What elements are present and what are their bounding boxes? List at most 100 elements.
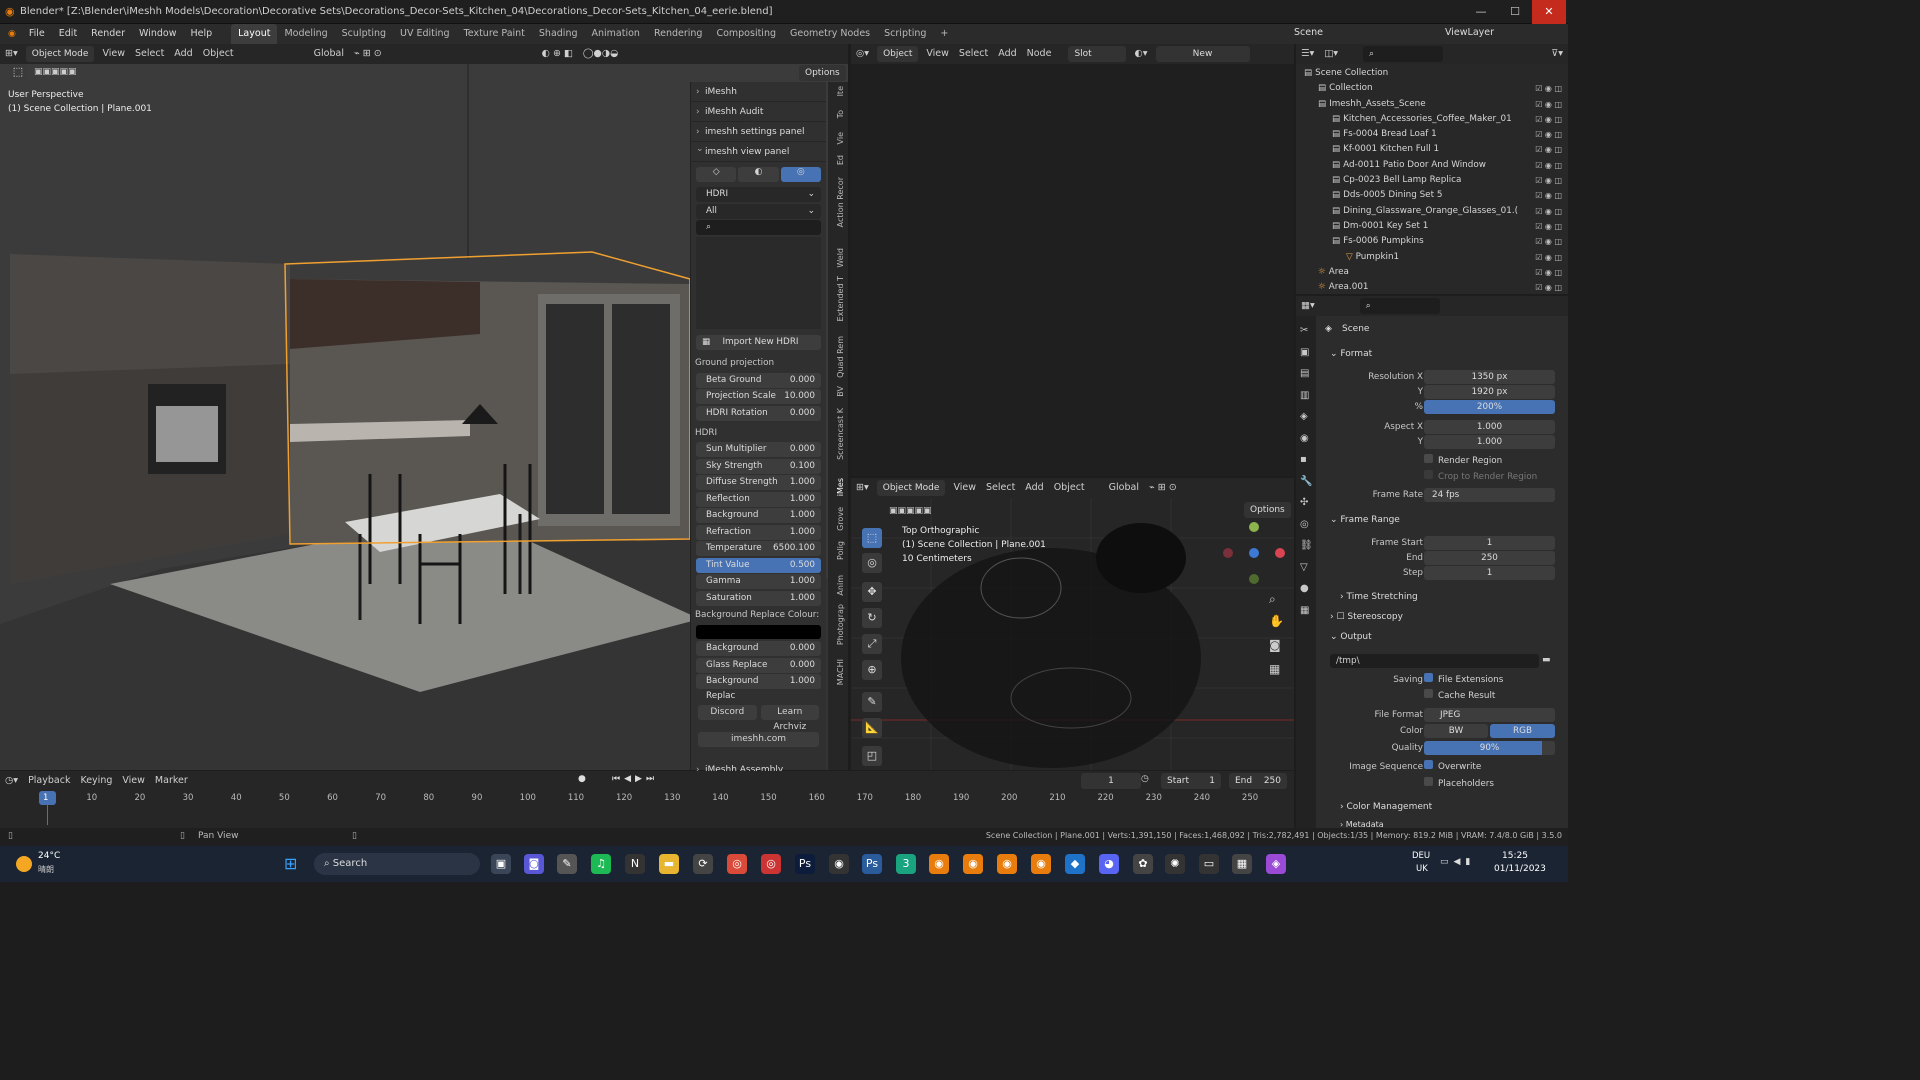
shader-type-selector[interactable]: Object xyxy=(877,46,919,62)
gem-icon[interactable]: ◇ xyxy=(696,167,737,182)
gizmo-icon[interactable]: ◐ ⊕ ◧ xyxy=(537,44,578,64)
sidebar-tab[interactable]: Action Recor xyxy=(836,177,845,227)
filter-icon[interactable]: ⊽▾ xyxy=(1546,44,1568,64)
frame-start-field[interactable]: 1 xyxy=(1424,536,1555,550)
tab-geometry-nodes[interactable]: Geometry Nodes xyxy=(783,24,877,44)
spotify-icon[interactable]: ♫ xyxy=(591,854,611,874)
tab-layout[interactable]: Layout xyxy=(231,24,278,44)
select-tool-icon[interactable]: ⬚ xyxy=(10,64,26,80)
hdri-select[interactable]: HDRI ⌄ xyxy=(696,187,821,202)
view-layer-selector[interactable]: ViewLayer xyxy=(1445,27,1494,38)
maximize-button[interactable]: ☐ xyxy=(1498,0,1532,24)
editor-type-icon[interactable]: ⊞▾ xyxy=(0,44,23,64)
clock-date[interactable]: 01/11/2023 xyxy=(1494,864,1546,874)
quality-slider[interactable]: 90% xyxy=(1424,741,1555,755)
clock-time[interactable]: 15:25 xyxy=(1502,851,1528,861)
tab-animation[interactable]: Animation xyxy=(585,24,647,44)
chrome2-icon[interactable]: ◎ xyxy=(761,854,781,874)
prop-field[interactable]: Background Replac 0.000 xyxy=(696,641,821,668)
overwrite-toggle[interactable]: Overwrite xyxy=(1424,760,1481,774)
node-menu-select[interactable]: Select xyxy=(954,44,993,64)
photoshop2-icon[interactable]: Ps xyxy=(862,854,882,874)
properties-type-icon[interactable]: ▦▾ xyxy=(1296,296,1320,316)
close-button[interactable]: ✕ xyxy=(1532,0,1566,24)
visibility-icons[interactable]: ☑ ◉ ◫ xyxy=(1535,158,1562,173)
outliner-item[interactable]: ▤ Imeshh_Assets_Scene ☑ ◉ ◫ xyxy=(1296,97,1568,112)
blender3-icon[interactable]: ◉ xyxy=(997,854,1017,874)
visibility-icons[interactable]: ☑ ◉ ◫ xyxy=(1535,188,1562,203)
world-icon[interactable]: ◎ xyxy=(780,167,821,182)
outliner-item[interactable]: ☼ Area ☑ ◉ ◫ xyxy=(1296,265,1568,280)
physics-icon[interactable]: ◎ xyxy=(1300,519,1309,530)
minimize-button[interactable]: — xyxy=(1464,0,1498,24)
scene-selector[interactable]: Scene xyxy=(1294,27,1323,38)
outliner-item[interactable]: ▤ Ad-0011 Patio Door And Window ☑ ◉ ◫ xyxy=(1296,158,1568,173)
resolution-x-field[interactable]: 1350 px xyxy=(1424,370,1555,384)
hdri-preview-area[interactable] xyxy=(696,237,821,329)
timeline-menu-marker[interactable]: Marker xyxy=(150,771,193,791)
viewport-menu-select[interactable]: Select xyxy=(130,44,169,64)
record-icon[interactable]: ● xyxy=(578,774,586,784)
timeline-menu-playback[interactable]: Playback xyxy=(23,771,75,791)
node-menu-view[interactable]: View xyxy=(921,44,954,64)
gizmo-y-axis[interactable] xyxy=(1249,522,1259,532)
photoshop-icon[interactable]: Ps xyxy=(795,854,815,874)
timeline[interactable]: ◷▾ Playback Keying View Marker ● ⏮◀▶⏭ 1 … xyxy=(0,771,1294,828)
sphere-icon[interactable]: ◐ xyxy=(738,167,779,182)
openai-icon[interactable]: ✿ xyxy=(1133,854,1153,874)
visibility-icons[interactable]: ☑ ◉ ◫ xyxy=(1535,204,1562,219)
notepad-icon[interactable]: ✎ xyxy=(557,854,577,874)
menu-edit[interactable]: Edit xyxy=(52,24,84,44)
sidebar-tab[interactable]: Weld xyxy=(836,248,845,268)
terminal-icon[interactable]: ▭ xyxy=(1199,854,1219,874)
tab-shading[interactable]: Shading xyxy=(532,24,585,44)
calc-icon[interactable]: ▦ xyxy=(1232,854,1252,874)
panel-imeshh[interactable]: iMeshh xyxy=(691,82,826,102)
outliner-type-icon[interactable]: ☰▾ xyxy=(1296,44,1319,64)
chrome-icon[interactable]: ◎ xyxy=(727,854,747,874)
explorer-icon[interactable]: ▬ xyxy=(659,854,679,874)
frame-rate-select[interactable]: 24 fps xyxy=(1424,488,1555,502)
start-frame-field[interactable]: Start 1 xyxy=(1161,773,1221,789)
placeholders-checkbox[interactable] xyxy=(1424,777,1433,786)
menu-render[interactable]: Render xyxy=(84,24,132,44)
cache-result-checkbox[interactable] xyxy=(1424,689,1433,698)
zoom-icon[interactable]: ⌕ xyxy=(1269,592,1276,607)
sidebar-tab[interactable]: Vie xyxy=(836,132,845,144)
sidebar-tab[interactable]: Photograp xyxy=(836,604,845,645)
viewport-menu-add[interactable]: Add xyxy=(169,44,197,64)
viewport-menu-view[interactable]: View xyxy=(97,44,130,64)
app-icon[interactable]: ◈ xyxy=(1266,854,1286,874)
visibility-icons[interactable]: ☑ ◉ ◫ xyxy=(1535,112,1562,127)
discord-icon[interactable]: ◕ xyxy=(1099,854,1119,874)
render-region-row[interactable]: Render Region xyxy=(1424,454,1502,468)
stereoscopy-header[interactable]: › ☐ Stereoscopy xyxy=(1330,612,1403,622)
windows-start-icon[interactable]: ⊞ xyxy=(284,854,297,873)
node-menu-node[interactable]: Node xyxy=(1022,44,1057,64)
sync-icon[interactable]: ⟳ xyxy=(693,854,713,874)
current-frame-field[interactable]: 1 xyxy=(1081,773,1141,789)
outliner-item[interactable]: ▤ Cp-0023 Bell Lamp Replica ☑ ◉ ◫ xyxy=(1296,173,1568,188)
viewport-menu-object[interactable]: Object xyxy=(198,44,239,64)
weather-temp[interactable]: 24°C xyxy=(38,851,60,861)
menu-help[interactable]: Help xyxy=(183,24,219,44)
outliner-item[interactable]: ▤ Kitchen_Accessories_Coffee_Maker_01 ☑ ◉… xyxy=(1296,112,1568,127)
editor-type-icon[interactable]: ◎▾ xyxy=(851,44,874,64)
texture-icon[interactable]: ▦ xyxy=(1300,605,1309,616)
viewport2-options[interactable]: Options xyxy=(1244,502,1291,518)
panel-imeshh-audit[interactable]: iMeshh Audit xyxy=(691,102,826,122)
output-panel-header[interactable]: ⌄ Output xyxy=(1330,632,1372,642)
frame-range-panel-header[interactable]: ⌄ Frame Range xyxy=(1330,515,1400,525)
outliner-search-input[interactable]: ⌕ xyxy=(1363,46,1444,62)
select-mode-icons[interactable]: ▣▣▣▣▣ xyxy=(889,506,932,516)
blender4-icon[interactable]: ◉ xyxy=(1031,854,1051,874)
material-icon[interactable]: ● xyxy=(1300,583,1309,594)
bw-toggle[interactable]: BW xyxy=(1424,724,1488,738)
scale-tool-icon[interactable]: ⤢ xyxy=(862,634,882,654)
weather-sun-icon[interactable] xyxy=(16,856,32,872)
panel-imeshh-settings[interactable]: imeshh settings panel xyxy=(691,122,826,142)
folder-icon[interactable]: ▬ xyxy=(1542,655,1551,665)
select-mode-icons[interactable]: ▣▣▣▣▣ xyxy=(34,67,77,77)
rotate-tool-icon[interactable]: ↻ xyxy=(862,608,882,628)
display-mode-icon[interactable]: ◫▾ xyxy=(1319,44,1343,64)
